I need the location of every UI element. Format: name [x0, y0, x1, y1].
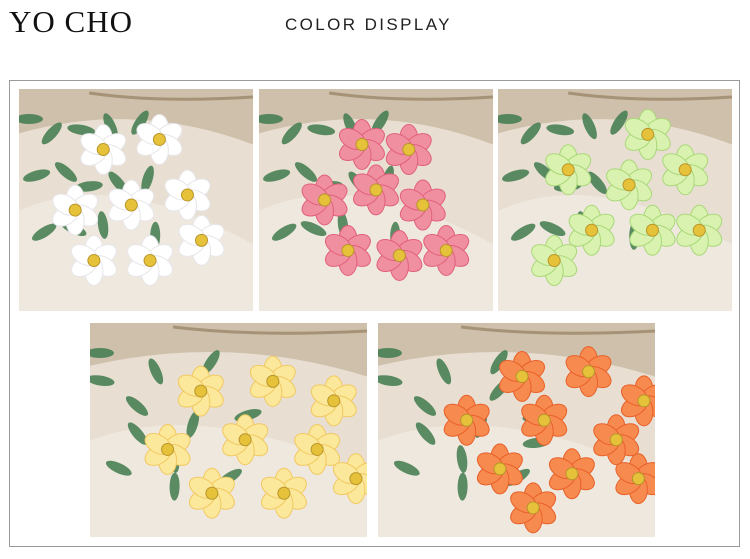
- photo-pink-flowers: [259, 89, 493, 311]
- brand-logo: YO CHO: [9, 4, 133, 39]
- photo-yellow-flowers: [90, 323, 367, 537]
- photo-white-flowers: [19, 89, 253, 311]
- photo-green-flowers: [498, 89, 732, 311]
- section-title: COLOR DISPLAY: [285, 15, 452, 34]
- photo-orange-flowers: [378, 323, 655, 537]
